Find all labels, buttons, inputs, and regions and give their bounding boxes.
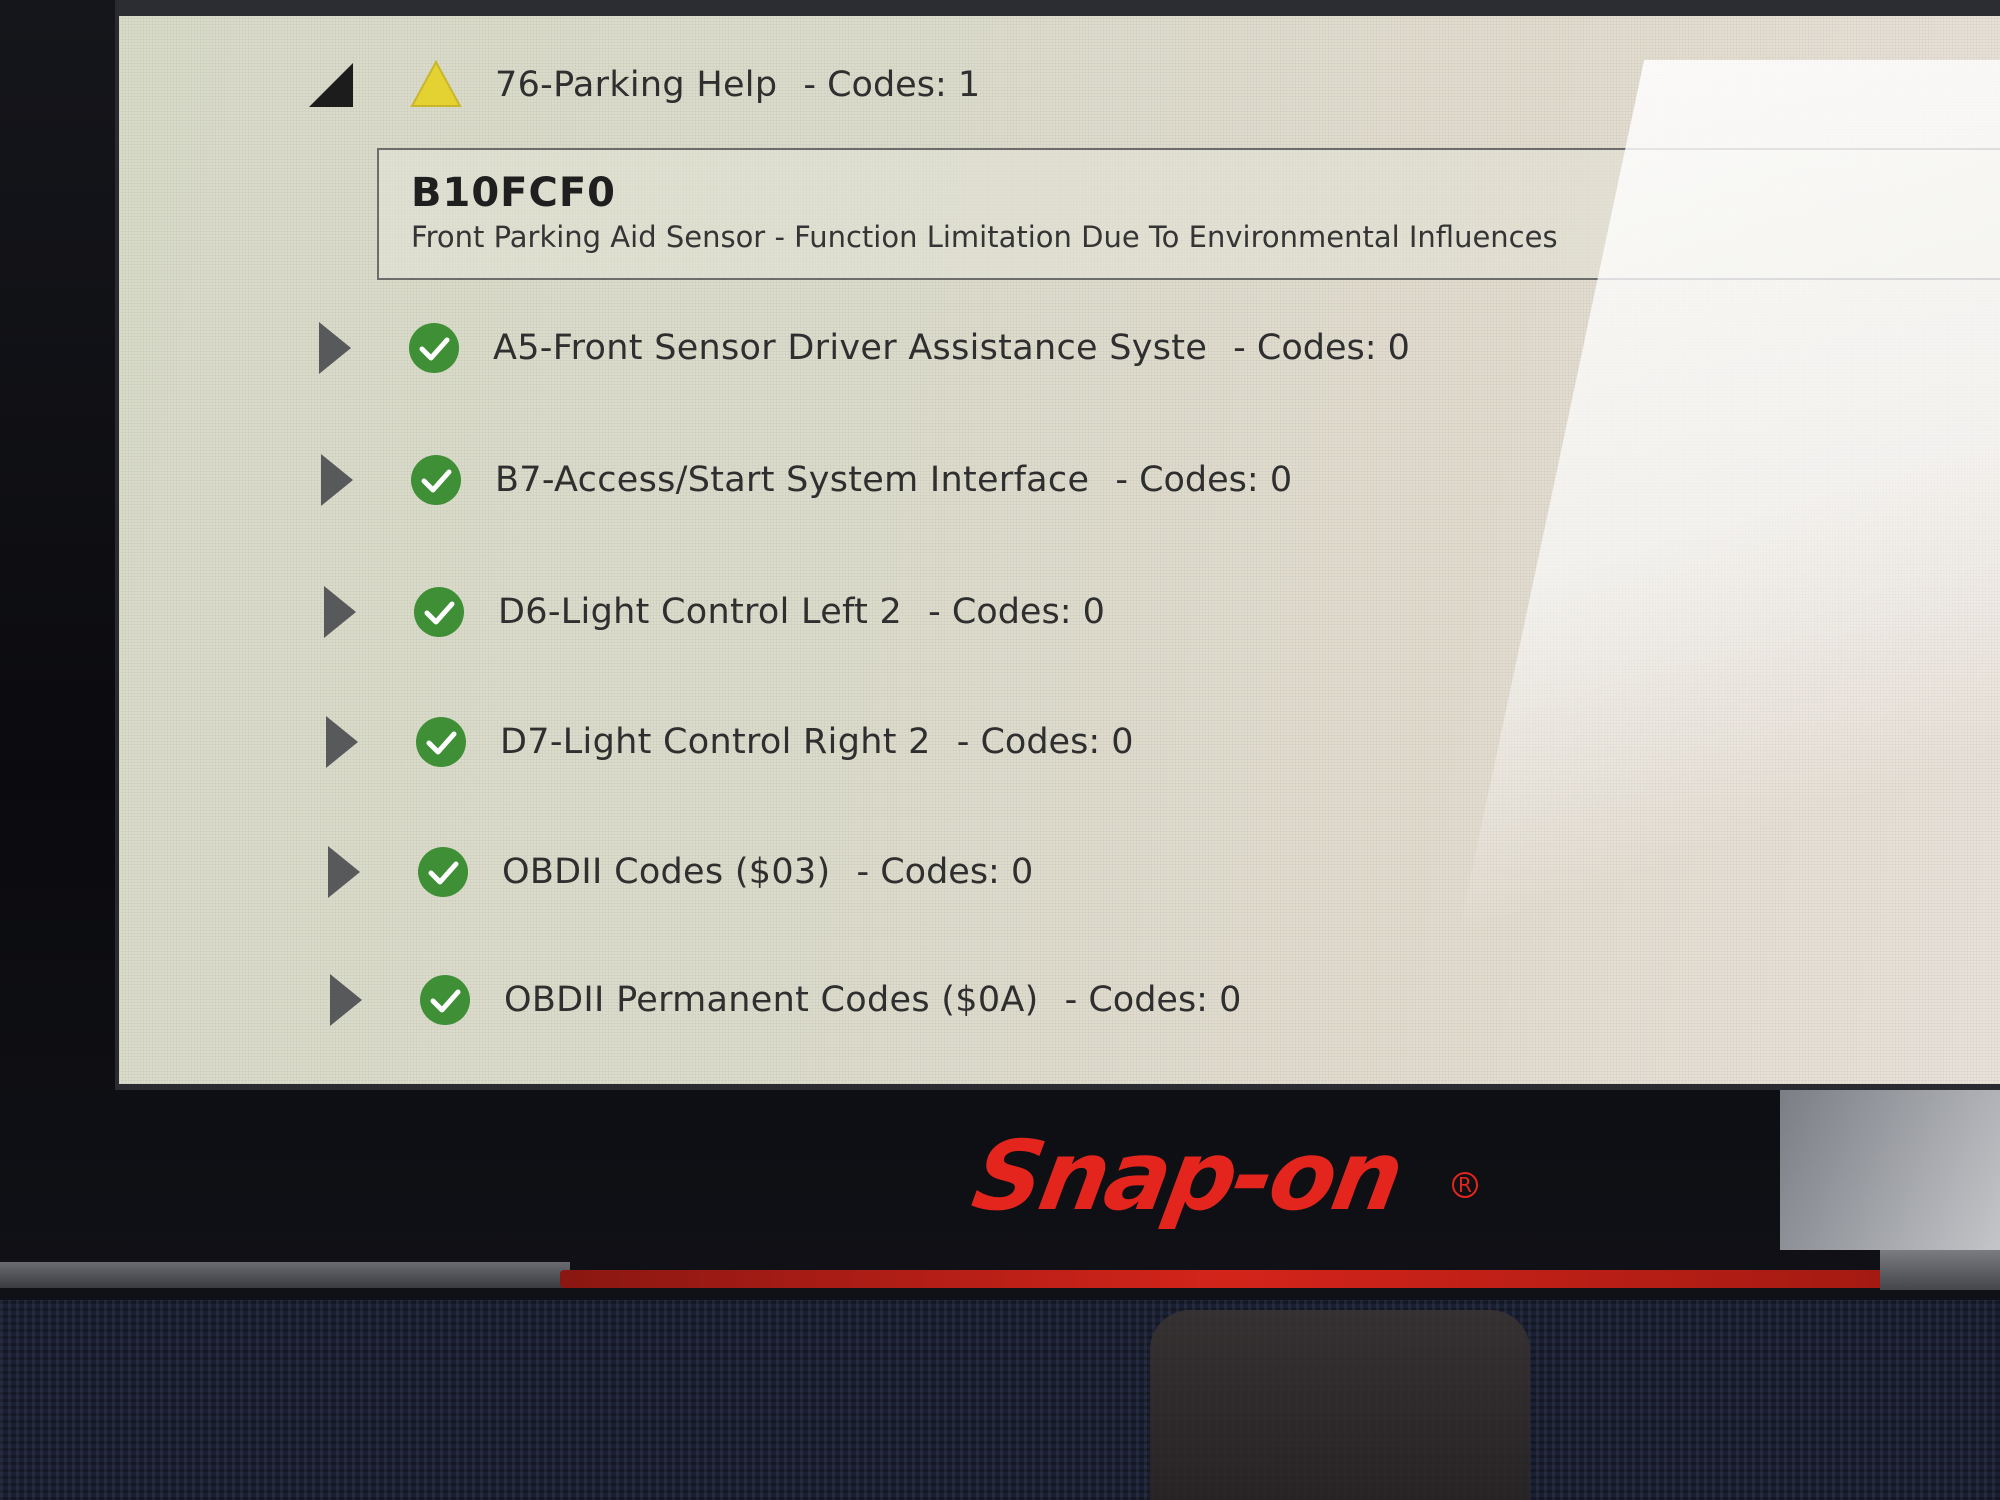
module-row[interactable]: D7-Light Control Right 2 - Codes: 0 bbox=[326, 702, 1134, 782]
warning-icon bbox=[410, 59, 462, 107]
module-code-count: - Codes: 0 bbox=[928, 592, 1105, 632]
brand-logo: Snap-on bbox=[965, 1120, 1409, 1232]
bezel-red-trim bbox=[560, 1270, 1890, 1288]
check-icon bbox=[418, 847, 468, 897]
module-code-count: - Codes: 0 bbox=[856, 852, 1034, 892]
module-code-count: - Codes: 0 bbox=[1064, 980, 1242, 1020]
check-icon bbox=[411, 455, 461, 505]
check-icon bbox=[420, 975, 470, 1025]
screen-top-edge bbox=[119, 0, 2000, 16]
check-icon bbox=[409, 323, 459, 373]
expand-triangle-icon[interactable] bbox=[324, 586, 356, 638]
check-icon bbox=[414, 587, 464, 637]
module-code-count: - Codes: 0 bbox=[1233, 328, 1410, 368]
module-code-count: - Codes: 0 bbox=[956, 722, 1134, 762]
module-code-count: - Codes: 0 bbox=[1115, 460, 1293, 500]
collapse-triangle-icon[interactable] bbox=[309, 63, 353, 107]
bezel-trim-left bbox=[0, 1262, 570, 1288]
module-row[interactable]: OBDII Codes ($03) - Codes: 0 bbox=[328, 832, 1033, 912]
fabric-surface bbox=[0, 1300, 2000, 1500]
module-code-count: - Codes: 1 bbox=[803, 65, 981, 105]
module-label: 76-Parking Help bbox=[495, 65, 778, 105]
module-label: A5-Front Sensor Driver Assistance Syste bbox=[493, 328, 1208, 368]
dtc-detail-box[interactable]: B10FCF0 Front Parking Aid Sensor - Funct… bbox=[377, 148, 2000, 280]
expand-triangle-icon[interactable] bbox=[319, 322, 351, 374]
module-row[interactable]: D6-Light Control Left 2 - Codes: 0 bbox=[324, 572, 1105, 652]
module-label: D6-Light Control Left 2 bbox=[498, 592, 903, 632]
bezel-trim-right bbox=[1880, 1250, 2000, 1290]
module-row[interactable]: A5-Front Sensor Driver Assistance Syste … bbox=[319, 308, 1410, 388]
module-row[interactable]: OBDII Permanent Codes ($0A) - Codes: 0 bbox=[330, 960, 1241, 1040]
dtc-code: B10FCF0 bbox=[411, 170, 616, 216]
module-label: D7-Light Control Right 2 bbox=[500, 722, 931, 762]
module-label: OBDII Permanent Codes ($0A) bbox=[504, 980, 1039, 1020]
fabric-fold bbox=[1150, 1310, 1530, 1500]
expand-triangle-icon[interactable] bbox=[321, 454, 353, 506]
module-row[interactable]: B7-Access/Start System Interface - Codes… bbox=[321, 440, 1292, 520]
module-row-parking-help[interactable]: 76-Parking Help - Codes: 1 bbox=[309, 45, 980, 125]
expand-triangle-icon[interactable] bbox=[328, 846, 360, 898]
module-label: OBDII Codes ($03) bbox=[502, 852, 831, 892]
scanner-screen: 76-Parking Help - Codes: 1 B10FCF0 Front… bbox=[115, 0, 2000, 1090]
expand-triangle-icon[interactable] bbox=[330, 974, 362, 1026]
check-icon bbox=[416, 717, 466, 767]
registered-mark: R bbox=[1452, 1172, 1478, 1198]
module-label: B7-Access/Start System Interface bbox=[495, 460, 1090, 500]
dtc-description: Front Parking Aid Sensor - Function Limi… bbox=[411, 220, 1558, 254]
expand-triangle-icon[interactable] bbox=[326, 716, 358, 768]
